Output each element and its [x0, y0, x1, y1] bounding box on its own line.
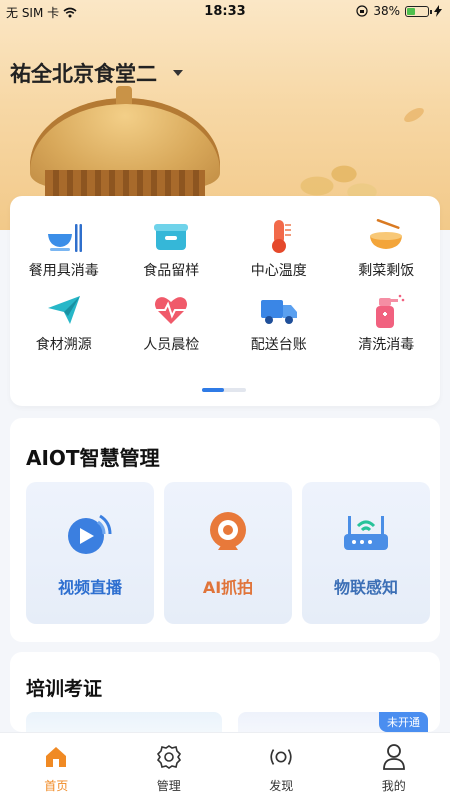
- home-icon: [42, 743, 70, 771]
- router-icon: [336, 506, 396, 562]
- canteen-selector[interactable]: 祐全北京食堂二: [10, 58, 183, 88]
- page-indicator: [202, 388, 246, 392]
- sample-box-icon: [151, 216, 191, 256]
- battery-icon: [405, 5, 432, 17]
- function-item-ingredient-trace[interactable]: 食材溯源: [10, 290, 118, 354]
- paper-plane-icon: [44, 290, 84, 330]
- spray-bottle-icon: [366, 290, 406, 330]
- training-section: 培训考证 未开通: [10, 652, 440, 732]
- leftover-bowl-icon: [366, 216, 406, 256]
- section-title: 培训考证: [26, 678, 103, 700]
- function-label: 配送台账: [250, 337, 307, 353]
- canteen-name: 祐全北京食堂二: [10, 62, 157, 86]
- status-badge: 未开通: [379, 712, 428, 732]
- tile-label: 物联感知: [333, 578, 398, 597]
- function-card: 餐用具消毒 食品留样 中心温度 剩菜剩饭 食材溯源 人员晨检 配送台账 清洗消毒: [10, 196, 440, 406]
- video-live-icon: [60, 506, 120, 562]
- function-label: 食材溯源: [35, 337, 92, 353]
- heartbeat-icon: [151, 290, 191, 330]
- tile-label: AI抓拍: [202, 578, 254, 597]
- truck-icon: [259, 290, 299, 330]
- tab-label: 管理: [156, 779, 181, 793]
- gear-icon: [155, 743, 183, 771]
- function-label: 清洗消毒: [358, 337, 415, 353]
- tab-manage[interactable]: 管理: [113, 733, 226, 800]
- status-right: 38%: [356, 4, 442, 18]
- function-item-delivery-ledger[interactable]: 配送台账: [225, 290, 333, 354]
- function-item-food-sample[interactable]: 食品留样: [118, 216, 226, 280]
- function-label: 中心温度: [250, 263, 307, 279]
- training-card-left[interactable]: [26, 712, 222, 732]
- leaf-illustration: [401, 105, 427, 125]
- broadcast-icon: [267, 743, 295, 771]
- charging-icon: [434, 5, 442, 17]
- aiot-tile-video-live[interactable]: 视频直播: [26, 482, 154, 624]
- function-label: 餐用具消毒: [28, 263, 99, 279]
- tab-home[interactable]: 首页: [0, 733, 113, 800]
- section-title: AIOT智慧管理: [26, 446, 160, 470]
- battery-percent: 38%: [373, 4, 400, 18]
- function-item-tableware-disinfection[interactable]: 餐用具消毒: [10, 216, 118, 280]
- function-label: 食品留样: [143, 263, 200, 279]
- aiot-tiles: 视频直播 AI抓拍 物联感知: [26, 482, 430, 624]
- thermometer-icon: [259, 216, 299, 256]
- tab-label: 首页: [44, 779, 69, 793]
- tab-discover[interactable]: 发现: [225, 733, 338, 800]
- aiot-section: AIOT智慧管理 视频直播 AI抓拍 物联感知: [10, 418, 440, 642]
- bottom-tab-bar: 首页 管理 发现 我的: [0, 732, 450, 800]
- tab-label: 我的: [381, 779, 406, 793]
- function-label: 剩菜剩饭: [358, 263, 415, 279]
- user-icon: [380, 743, 408, 771]
- tab-profile[interactable]: 我的: [338, 733, 450, 800]
- function-label: 人员晨检: [143, 337, 200, 353]
- orientation-lock-icon: [356, 5, 368, 17]
- aiot-tile-ai-capture[interactable]: AI抓拍: [164, 482, 292, 624]
- tableware-icon: [44, 216, 84, 256]
- tile-label: 视频直播: [57, 578, 122, 597]
- function-item-morning-check[interactable]: 人员晨检: [118, 290, 226, 354]
- function-item-cleaning-disinfection[interactable]: 清洗消毒: [333, 290, 441, 354]
- function-item-core-temperature[interactable]: 中心温度: [225, 216, 333, 280]
- training-card-right[interactable]: 未开通: [238, 712, 428, 732]
- function-grid: 餐用具消毒 食品留样 中心温度 剩菜剩饭 食材溯源 人员晨检 配送台账 清洗消毒: [10, 216, 440, 354]
- function-item-leftovers[interactable]: 剩菜剩饭: [333, 216, 441, 280]
- aiot-tile-iot-sensing[interactable]: 物联感知: [302, 482, 430, 624]
- status-bar: 无 SIM 卡 18:33 38%: [0, 0, 450, 24]
- caret-down-icon: [173, 70, 183, 76]
- webcam-icon: [198, 506, 258, 562]
- tab-label: 发现: [269, 779, 294, 793]
